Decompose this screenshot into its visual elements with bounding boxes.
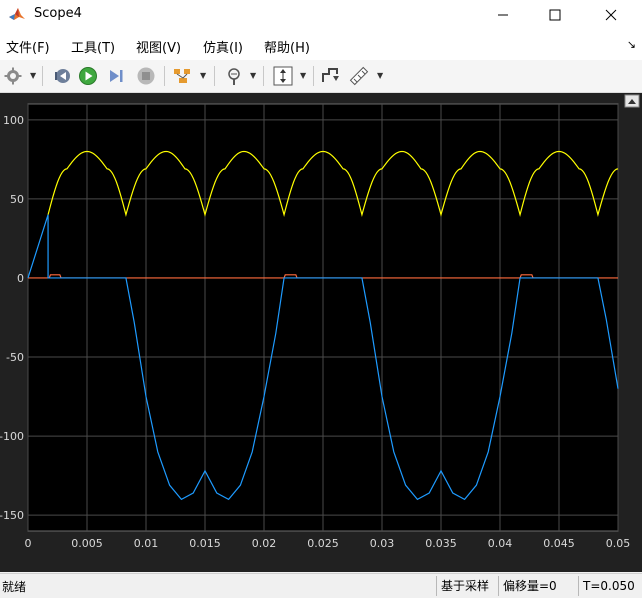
menu-view[interactable]: 视图(V) xyxy=(136,37,181,56)
menu-simulation[interactable]: 仿真(I) xyxy=(203,37,243,56)
measure-ruler-button[interactable] xyxy=(348,65,370,87)
y-axis-ticks: 100 50 0 -50 -100 -150 xyxy=(0,114,24,522)
run-icon xyxy=(79,67,97,85)
y-tick-label: -50 xyxy=(6,351,24,364)
menu-tools[interactable]: 工具(T) xyxy=(71,37,115,56)
status-bar: 就绪 基于采样 偏移量=0 T=0.050 xyxy=(0,573,642,598)
stop-button[interactable] xyxy=(136,65,156,87)
toolbar-separator xyxy=(164,66,165,86)
settings-dropdown-arrow-icon[interactable]: ▼ xyxy=(30,71,36,80)
x-tick-label: 0.05 xyxy=(606,537,631,550)
y-tick-label: 0 xyxy=(17,272,24,285)
signal-selector-icon xyxy=(174,69,190,83)
window-title: Scope4 xyxy=(34,6,82,21)
minimize-button[interactable] xyxy=(480,0,526,30)
signal-dropdown-arrow-icon[interactable]: ▼ xyxy=(200,71,206,80)
menubar-collapse-arrow-icon[interactable]: ↘ xyxy=(627,38,636,51)
zoom-dropdown-arrow-icon[interactable]: ▼ xyxy=(250,71,256,80)
step-forward-button[interactable] xyxy=(106,65,126,87)
measure-dropdown-arrow-icon[interactable]: ▼ xyxy=(377,71,383,80)
status-ready: 就绪 xyxy=(2,580,27,594)
scope-plot-frame: 100 50 0 -50 -100 -150 0 0.005 0.01 0.015 0.02 0.0… xyxy=(0,93,642,572)
close-button[interactable] xyxy=(588,0,634,30)
x-tick-label: 0.01 xyxy=(134,537,159,550)
x-tick-label: 0.025 xyxy=(307,537,339,550)
y-tick-label: 100 xyxy=(3,114,24,127)
y-tick-label: -100 xyxy=(0,430,24,443)
cursor-measure-button[interactable] xyxy=(320,65,342,87)
stop-icon xyxy=(137,67,155,85)
x-axis-ticks: 0 0.005 0.01 0.015 0.02 0.025 0.03 0.035 0.04 0.0… xyxy=(25,537,631,550)
status-time: T=0.050 xyxy=(578,576,642,596)
step-back-icon xyxy=(55,69,70,83)
status-sample-mode: 基于采样 xyxy=(436,576,499,596)
status-offset: 偏移量=0 xyxy=(498,576,579,596)
expand-legend-button[interactable] xyxy=(624,94,640,108)
scale-axes-button[interactable] xyxy=(272,65,294,87)
zoom-icon xyxy=(228,68,240,85)
settings-button[interactable] xyxy=(4,65,22,87)
signal-selector-button[interactable] xyxy=(172,65,194,87)
scope-chart[interactable]: 100 50 0 -50 -100 -150 0 0.005 0.01 0.015 0.02 0.0… xyxy=(0,93,642,572)
x-tick-label: 0 xyxy=(25,537,32,550)
y-tick-label: 50 xyxy=(10,193,24,206)
x-tick-label: 0.03 xyxy=(370,537,395,550)
toolbar-separator xyxy=(214,66,215,86)
toolbar-separator xyxy=(313,66,314,86)
step-back-button[interactable] xyxy=(52,65,72,87)
menu-bar: 文件(F) 工具(T) 视图(V) 仿真(I) 帮助(H) ↘ xyxy=(0,30,642,60)
maximize-button[interactable] xyxy=(532,0,578,30)
menu-help[interactable]: 帮助(H) xyxy=(264,37,310,56)
title-bar: Scope4 xyxy=(0,0,642,30)
toolbar: ▼ ▼ ▼ ▼ ▼ xyxy=(0,60,642,93)
scale-dropdown-arrow-icon[interactable]: ▼ xyxy=(300,71,306,80)
toolbar-separator xyxy=(263,66,264,86)
menu-file[interactable]: 文件(F) xyxy=(6,37,50,56)
minimize-icon xyxy=(498,14,508,16)
step-forward-icon xyxy=(110,70,123,82)
measure-ruler-icon xyxy=(349,66,369,86)
settings-icon xyxy=(4,67,22,85)
run-button[interactable] xyxy=(78,65,98,87)
matlab-logo-icon xyxy=(9,8,25,20)
x-tick-label: 0.04 xyxy=(488,537,513,550)
scale-axes-icon xyxy=(273,66,293,86)
toolbar-separator xyxy=(42,66,43,86)
x-tick-label: 0.02 xyxy=(252,537,277,550)
close-icon xyxy=(605,9,617,21)
zoom-button[interactable] xyxy=(224,65,244,87)
x-tick-label: 0.015 xyxy=(189,537,221,550)
cursor-measure-icon xyxy=(322,68,339,82)
x-tick-label: 0.035 xyxy=(425,537,457,550)
x-tick-label: 0.005 xyxy=(71,537,103,550)
y-tick-label: -150 xyxy=(0,509,24,522)
x-tick-label: 0.045 xyxy=(543,537,575,550)
maximize-icon xyxy=(549,9,561,21)
